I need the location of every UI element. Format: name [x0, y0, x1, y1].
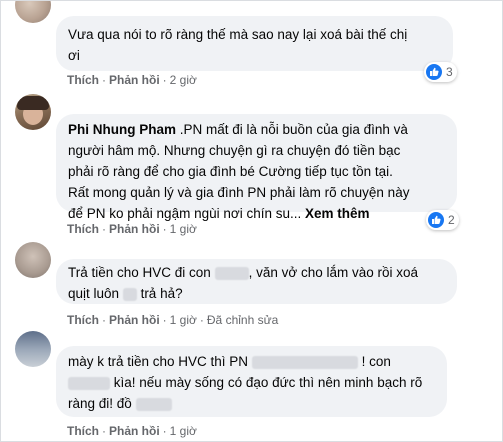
reply-action[interactable]: Phản hồi — [109, 73, 160, 87]
reaction-summary[interactable]: 3 — [424, 62, 457, 82]
reaction-count: 2 — [448, 213, 455, 227]
like-action[interactable]: Thích — [67, 73, 99, 87]
comment-time[interactable]: 1 giờ — [170, 313, 197, 327]
censored-text — [214, 266, 249, 280]
avatar[interactable] — [15, 94, 51, 130]
comment-actions: Thích · Phản hồi · 2 giờ — [67, 73, 197, 87]
avatar[interactable] — [15, 1, 51, 23]
like-icon — [426, 64, 442, 80]
reply-action[interactable]: Phản hồi — [109, 313, 160, 327]
avatar[interactable] — [15, 331, 51, 367]
reply-action[interactable]: Phản hồi — [109, 222, 160, 236]
like-action[interactable]: Thích — [67, 222, 99, 236]
comment-actions: Thích · Phản hồi · 1 giờ · Đã chỉnh sửa — [67, 313, 279, 327]
comment-text-line: Trả tiền cho HVC đi con , văn vở cho lắm… — [68, 265, 419, 280]
like-action[interactable]: Thích — [67, 424, 99, 438]
comment-text-line: mày k trả tiền cho HVC thì PN ! con — [68, 354, 391, 369]
like-action[interactable]: Thích — [67, 313, 99, 327]
comment-actions: Thích · Phản hồi · 1 giờ — [67, 424, 197, 438]
comment-bubble: Trả tiền cho HVC đi con , văn vở cho lắm… — [56, 259, 457, 304]
censored-text — [135, 397, 172, 411]
comment-bubble: mày k trả tiền cho HVC thì PN ! con kìa!… — [56, 346, 447, 417]
comments-panel: Vưa qua nói to rõ ràng thế mà sao nay lạ… — [0, 0, 503, 442]
reaction-summary[interactable]: 2 — [426, 210, 459, 230]
edited-label[interactable]: Đã chỉnh sửa — [207, 313, 278, 327]
comment-bubble: Vưa qua nói to rõ ràng thế mà sao nay lạ… — [56, 16, 453, 71]
comment-text-line: Phi Nhung Pham .PN mất đi là nỗi buồn củ… — [68, 122, 408, 137]
comment-text-line: quịt luôn trả hả? — [68, 286, 183, 301]
reaction-count: 3 — [446, 65, 453, 79]
censored-text — [122, 287, 137, 301]
comment-text-line: ơi — [68, 48, 80, 63]
censored-text — [68, 376, 110, 390]
reply-action[interactable]: Phản hồi — [109, 424, 160, 438]
comment-text-line: ràng đi! đồ — [68, 393, 435, 414]
comment-actions: Thích · Phản hồi · 1 giờ — [67, 222, 197, 236]
comment-time[interactable]: 1 giờ — [170, 424, 197, 438]
comment-text-line: Vưa qua nói to rõ ràng thế mà sao nay lạ… — [68, 27, 408, 42]
comment-text-line: kìa! nếu mày sống có đạo đức thì nên min… — [68, 372, 435, 393]
comment-text-line: phải rõ ràng để cho gia đình bé Cường ti… — [68, 164, 393, 179]
like-icon — [428, 212, 444, 228]
comment-text-line: Rất mong quản lý và gia đình PN phải làm… — [68, 185, 410, 200]
comment-time[interactable]: 1 giờ — [170, 222, 197, 236]
comment-bubble: Phi Nhung Pham .PN mất đi là nỗi buồn củ… — [56, 114, 457, 221]
comment-text-line: để PN ko phải ngậm ngùi nơi chín su... X… — [68, 206, 370, 221]
avatar[interactable] — [15, 242, 51, 278]
comment-text-line: người hâm mộ. Nhưng chuyện gì ra chuyện … — [68, 143, 401, 158]
censored-text — [251, 355, 358, 369]
see-more-link[interactable]: Xem thêm — [305, 206, 370, 221]
comment-author[interactable]: Phi Nhung Pham — [68, 122, 176, 137]
comment-time[interactable]: 2 giờ — [170, 73, 197, 87]
